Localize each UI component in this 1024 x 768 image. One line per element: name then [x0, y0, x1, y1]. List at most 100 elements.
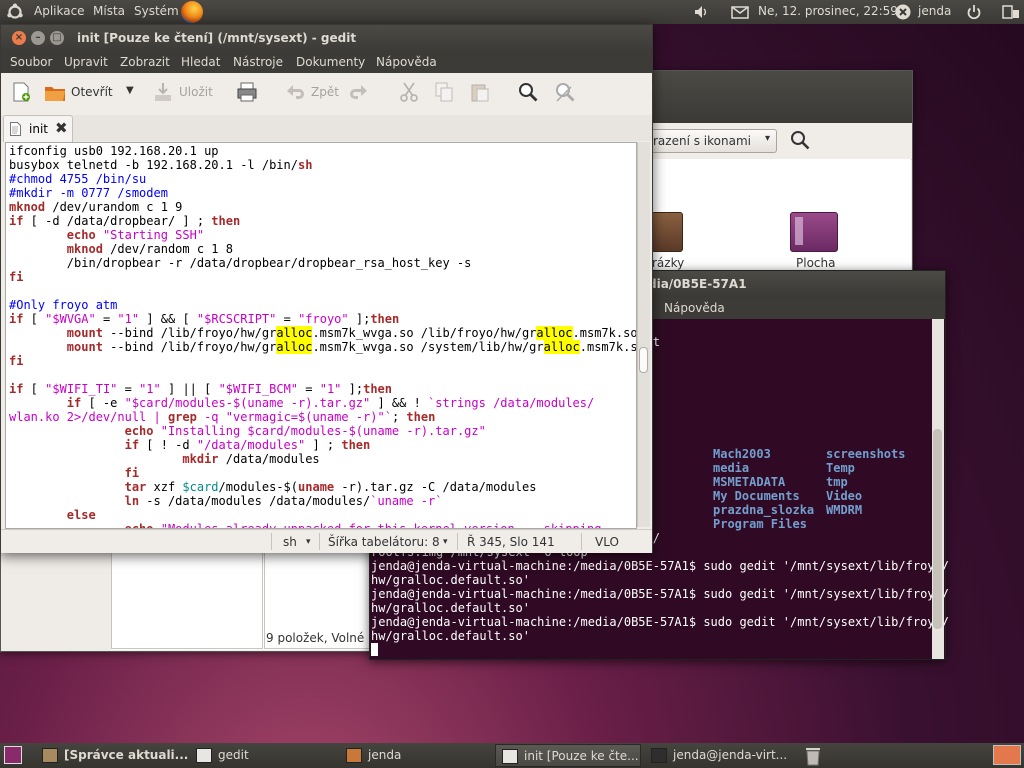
folder-pictures-icon[interactable]	[651, 212, 683, 252]
minimize-icon[interactable]: –	[31, 31, 45, 45]
volume-icon[interactable]	[694, 5, 710, 19]
taskbar-item[interactable]: jenda	[340, 744, 490, 767]
ubuntu-logo-icon[interactable]	[6, 3, 24, 21]
firefox-icon[interactable]	[181, 1, 203, 23]
code-token: if	[9, 312, 24, 326]
printer-icon	[237, 82, 257, 102]
code-token: ] && !	[370, 396, 429, 410]
code-token: /bin/dropbear -r /data/dropbear/dropbear…	[9, 256, 472, 270]
code-token: "$RCSCRIPT"	[196, 312, 277, 326]
menu-documents[interactable]: Dokumenty	[296, 55, 365, 69]
replace-button[interactable]	[554, 81, 578, 107]
menu-places[interactable]: Místa	[93, 4, 125, 18]
print-button[interactable]	[236, 81, 262, 107]
redo-button[interactable]	[348, 81, 374, 107]
code-token: tar	[124, 480, 147, 494]
code-token: alloc	[543, 340, 580, 354]
gedit-toolbar: Otevřít ▼ Uložit Zpět	[1, 73, 652, 116]
paste-button[interactable]	[469, 81, 493, 107]
trash-icon[interactable]	[804, 745, 822, 766]
new-document-icon	[13, 82, 30, 102]
terminal-title: dia/0B5E-57A1	[648, 277, 747, 291]
code-token: [ -d /data/dropbear/ ] ;	[23, 214, 212, 228]
terminal-scrollbar[interactable]	[932, 319, 944, 659]
file-label[interactable]: Plocha	[796, 256, 835, 270]
document-tabbar: init ✖	[1, 115, 652, 142]
menu-help[interactable]: Nápověda	[376, 55, 437, 69]
code-token: .msm7k.so	[579, 340, 637, 354]
code-token: "Starting SSH"	[102, 228, 205, 242]
find-button[interactable]	[517, 81, 541, 107]
code-line: else	[9, 508, 96, 522]
code-line: /bin/dropbear -r /data/dropbear/dropbear…	[9, 256, 472, 270]
open-recent-button[interactable]: ▼	[126, 81, 138, 107]
editor-scrollbar[interactable]	[637, 142, 650, 527]
menu-edit[interactable]: Upravit	[64, 55, 108, 69]
code-token: if	[9, 214, 24, 228]
code-token: then	[363, 382, 393, 396]
code-line: #Only froyo atm	[9, 298, 117, 312]
tray-icon[interactable]	[1002, 4, 1020, 20]
cut-button[interactable]	[398, 81, 422, 107]
desktop-folder-icon[interactable]	[790, 212, 838, 252]
close-icon[interactable]: ×	[12, 31, 26, 45]
tab-close-icon[interactable]: ✖	[55, 119, 68, 137]
tab-init[interactable]: init ✖	[3, 115, 73, 142]
maximize-icon[interactable]: □	[50, 31, 64, 45]
terminal-menu-help[interactable]: Nápověda	[664, 301, 725, 315]
taskbar-item[interactable]: gedit	[190, 744, 336, 767]
taskbar-item-label: [Správce aktuali...	[64, 748, 189, 762]
menu-system[interactable]: Systém	[134, 4, 179, 18]
show-desktop-icon[interactable]	[4, 746, 22, 764]
code-line: fi	[9, 466, 139, 480]
open-button[interactable]: Otevřít	[44, 81, 124, 107]
ls-entry: WMDRM	[826, 503, 863, 517]
search-icon[interactable]	[789, 129, 811, 151]
save-button[interactable]: Uložit	[152, 81, 218, 107]
clock[interactable]: Ne, 12. prosinec, 22:59	[758, 4, 898, 18]
taskbar-item[interactable]: jenda@jenda-virt...	[645, 744, 799, 767]
gedit-titlebar[interactable]: × – □ init [Pouze ke čtení] (/mnt/sysext…	[1, 25, 652, 51]
code-token: ] ;	[305, 438, 342, 452]
chevron-down-icon: ▾	[443, 537, 448, 547]
user-name[interactable]: jenda	[918, 4, 951, 18]
code-line: fi	[9, 270, 23, 284]
mail-icon[interactable]	[731, 6, 749, 19]
view-mode-select[interactable]: razení s ikonami ▾	[647, 129, 777, 153]
code-token: [ ! -d	[139, 438, 197, 452]
scrollbar-thumb[interactable]	[933, 429, 942, 629]
taskbar-item[interactable]: init [Pouze ke čte...	[495, 744, 641, 767]
scrollbar-thumb[interactable]	[639, 347, 648, 373]
language-select[interactable]: sh	[283, 535, 297, 549]
file-label[interactable]: rázky	[652, 256, 684, 270]
menu-search[interactable]: Hledat	[181, 55, 220, 69]
menu-tools[interactable]: Nástroje	[233, 55, 283, 69]
text-editor[interactable]: ifconfig usb0 192.168.20.1 up busybox tel…	[5, 142, 637, 529]
menu-view[interactable]: Zobrazit	[120, 55, 170, 69]
workspace-switcher-icon[interactable]	[993, 745, 1021, 765]
undo-button[interactable]: Zpět	[284, 81, 344, 107]
scissors-icon	[400, 82, 418, 102]
copy-button[interactable]	[433, 81, 457, 107]
power-icon[interactable]	[966, 4, 982, 20]
code-token: alloc	[276, 326, 313, 340]
code-token: `uname -r`	[370, 494, 443, 508]
code-token: then	[406, 410, 436, 424]
taskbar-item[interactable]: [Správce aktuali...	[36, 744, 189, 767]
menu-file[interactable]: Soubor	[10, 55, 52, 69]
user-x-icon[interactable]	[895, 4, 911, 20]
places-sidebar[interactable]	[111, 549, 263, 649]
chevron-down-icon: ▼	[126, 85, 134, 96]
tab-width-select[interactable]: Šířka tabelátoru: 8	[328, 535, 440, 549]
open-label: Otevřít	[71, 85, 113, 99]
new-button[interactable]	[10, 81, 34, 107]
find-replace-icon	[556, 83, 575, 102]
menu-applications[interactable]: Aplikace	[34, 4, 85, 18]
code-line: #chmod 4755 /bin/su	[9, 172, 146, 186]
